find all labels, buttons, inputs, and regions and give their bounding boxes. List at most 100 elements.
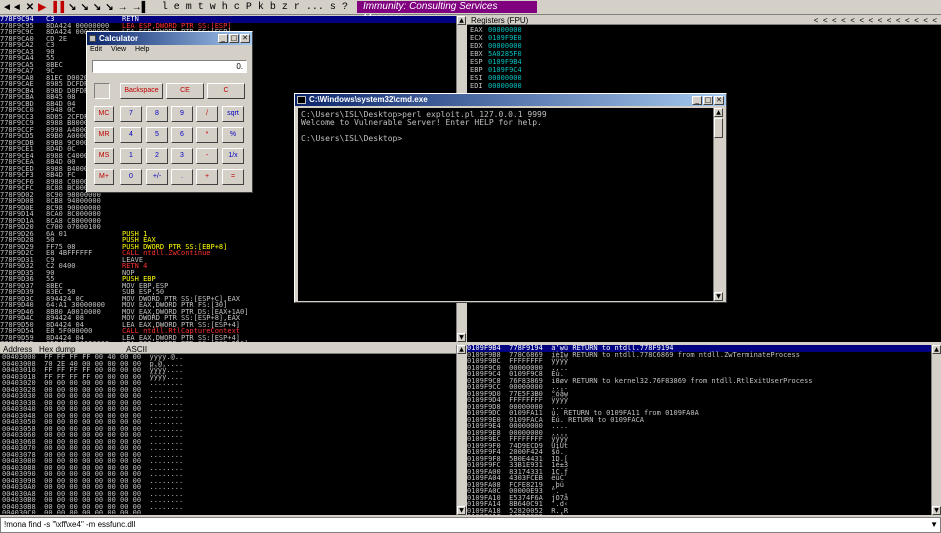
toolbar-letter-button[interactable]: l [162, 2, 168, 13]
calc-key[interactable]: + [196, 169, 218, 185]
clear-entry-button[interactable]: CE [166, 83, 204, 99]
minimize-icon[interactable]: _ [218, 34, 228, 43]
toolbar-letter-button[interactable]: k [258, 2, 264, 13]
dump-rows: 00403000 FF FF FF FF 00 40 00 00 ÿÿÿÿ.@.… [0, 354, 456, 514]
calc-key[interactable]: - [196, 148, 218, 164]
register-row[interactable]: EAX 00000000 [470, 27, 938, 35]
calc-key[interactable]: M+ [94, 169, 114, 185]
dump-row[interactable]: 004030C0 00 00 00 00 00 00 00 00 .......… [2, 510, 456, 514]
toolbar-button[interactable]: ↘ [91, 1, 103, 14]
scroll-up-icon[interactable]: ▲ [932, 345, 941, 354]
scroll-down-icon[interactable]: ▼ [714, 292, 723, 301]
maximize-icon[interactable]: □ [703, 96, 713, 105]
toolbar-letter-button[interactable]: ? [342, 2, 348, 13]
scroll-up-icon[interactable]: ▲ [457, 345, 466, 354]
dump-scrollbar[interactable]: ▲ ▼ [456, 345, 466, 515]
calc-key[interactable]: % [222, 127, 244, 143]
toolbar-letter-button[interactable]: s [330, 2, 336, 13]
toolbar-letter-button[interactable]: z [282, 2, 288, 13]
close-icon[interactable]: ✕ [714, 96, 724, 105]
cmd-titlebar[interactable]: C:\Windows\system32\cmd.exe _ □ ✕ [295, 94, 726, 106]
scroll-down-icon[interactable]: ▼ [457, 333, 466, 342]
calculator-title: Calculator [99, 34, 139, 43]
toolbar-button[interactable]: ↘ [78, 1, 90, 14]
backspace-button[interactable]: Backspace [120, 83, 163, 99]
toolbar-letter-button[interactable]: t [198, 2, 204, 13]
calc-key[interactable]: 1 [120, 148, 142, 164]
calc-key[interactable]: 5 [146, 127, 168, 143]
register-value: 00000000 [488, 74, 522, 82]
scroll-up-icon[interactable]: ▲ [714, 108, 723, 117]
toolbar-button[interactable]: ↘ [103, 1, 115, 14]
toolbar-letter-button[interactable]: e [174, 2, 180, 13]
clear-button[interactable]: C [207, 83, 245, 99]
minimize-icon[interactable]: _ [692, 96, 702, 105]
register-row[interactable]: ESI 00000000 [470, 75, 938, 83]
menu-edit[interactable]: Edit [90, 46, 102, 53]
calc-key[interactable]: sqrt [222, 106, 244, 122]
calc-key[interactable]: / [196, 106, 218, 122]
dump-pane[interactable]: Address Hex dump ASCII 00403000 FF FF FF… [0, 345, 456, 515]
scroll-up-icon[interactable]: ▲ [457, 16, 466, 25]
register-row[interactable]: EBX 5A0285F0 [470, 51, 938, 59]
toolbar-button[interactable]: → [116, 1, 130, 14]
toolbar-letter-button[interactable]: w [210, 2, 216, 13]
close-icon[interactable]: ✕ [240, 34, 250, 43]
calc-key[interactable]: = [222, 169, 244, 185]
maximize-icon[interactable]: □ [229, 34, 239, 43]
register-row[interactable]: EDI 00000000 [470, 83, 938, 91]
toolbar-button[interactable]: ↘ [66, 1, 78, 14]
stack-pane[interactable]: 0109F9B4 778F9194 ä‘wü RETURN to ntdll.7… [467, 345, 931, 515]
disasm-row[interactable]: 778F9D5D8DB424 D0020000LEA ESI,DWORD PTR… [0, 341, 456, 343]
stack-scrollbar[interactable]: ▲ ▼ [931, 345, 941, 515]
scroll-thumb[interactable] [714, 118, 723, 138]
calc-key[interactable]: 9 [171, 106, 193, 122]
calculator-window[interactable]: Calculator _ □ ✕ Edit View Help 0. Backs… [86, 31, 253, 193]
toolbar-button[interactable]: ▐▐ [48, 1, 66, 14]
toolbar-button[interactable]: ▶ [36, 1, 48, 14]
calc-key[interactable]: 3 [171, 148, 193, 164]
toolbar-letter-button[interactable]: b [270, 2, 276, 13]
toolbar-letter-button[interactable]: m [186, 2, 192, 13]
memory-indicator [94, 83, 110, 99]
calc-key[interactable]: 1/x [222, 148, 244, 164]
calc-key[interactable]: * [196, 127, 218, 143]
command-dropdown-icon[interactable]: ▼ [930, 518, 938, 532]
calc-key[interactable]: +/- [146, 169, 168, 185]
calc-key[interactable]: MC [94, 106, 114, 122]
calc-key[interactable]: 0 [120, 169, 142, 185]
cmd-scrollbar[interactable]: ▲ ▼ [713, 108, 723, 301]
toolbar-letter-buttons: l e m t w h c Pk b z r... s? [159, 2, 351, 13]
calc-key[interactable]: . [171, 169, 193, 185]
stack-row[interactable]: 0109FA1C 14B20000 ..² [467, 514, 931, 515]
calc-key[interactable]: 7 [120, 106, 142, 122]
register-row[interactable]: ESP 0109F9B4 [470, 59, 938, 67]
cmd-console-output[interactable]: C:\Users\ISL\Desktop>perl exploit.pl 127… [298, 108, 714, 301]
calculator-titlebar[interactable]: Calculator _ □ ✕ [87, 32, 252, 45]
toolbar-letter-button[interactable]: c [234, 2, 240, 13]
toolbar-letter-button[interactable]: ... [306, 2, 324, 13]
toolbar-letter-button[interactable]: h [222, 2, 228, 13]
menu-view[interactable]: View [111, 46, 126, 53]
toolbar-button[interactable]: ✕ [24, 1, 36, 14]
command-bar[interactable]: !mona find -s "\xff\xe4" -m essfunc.dll … [0, 517, 941, 533]
cmd-window[interactable]: C:\Windows\system32\cmd.exe _ □ ✕ C:\Use… [294, 93, 727, 303]
calc-key[interactable]: 8 [146, 106, 168, 122]
calc-key[interactable]: MR [94, 127, 114, 143]
register-row[interactable]: EBP 0109F9C4 [470, 67, 938, 75]
scroll-down-icon[interactable]: ▼ [932, 506, 941, 515]
calc-key[interactable]: 2 [146, 148, 168, 164]
toolbar-button[interactable]: ◄◄ [0, 1, 24, 14]
command-bar-input[interactable]: !mona find -s "\xff\xe4" -m essfunc.dll [4, 520, 135, 529]
register-row[interactable]: EDX 00000000 [470, 43, 938, 51]
scroll-down-icon[interactable]: ▼ [457, 506, 466, 515]
registers-nav-arrows[interactable]: < < < < < < < < < < < < < < [814, 16, 937, 25]
calc-key[interactable]: 6 [171, 127, 193, 143]
toolbar-button[interactable]: →▌ [130, 1, 151, 14]
toolbar-letter-button[interactable]: r [294, 2, 300, 13]
register-row[interactable]: ECX 0109F9E0 [470, 35, 938, 43]
menu-help[interactable]: Help [135, 46, 149, 53]
calc-key[interactable]: MS [94, 148, 114, 164]
calc-key[interactable]: 4 [120, 127, 142, 143]
toolbar-letter-button[interactable]: P [246, 2, 252, 13]
